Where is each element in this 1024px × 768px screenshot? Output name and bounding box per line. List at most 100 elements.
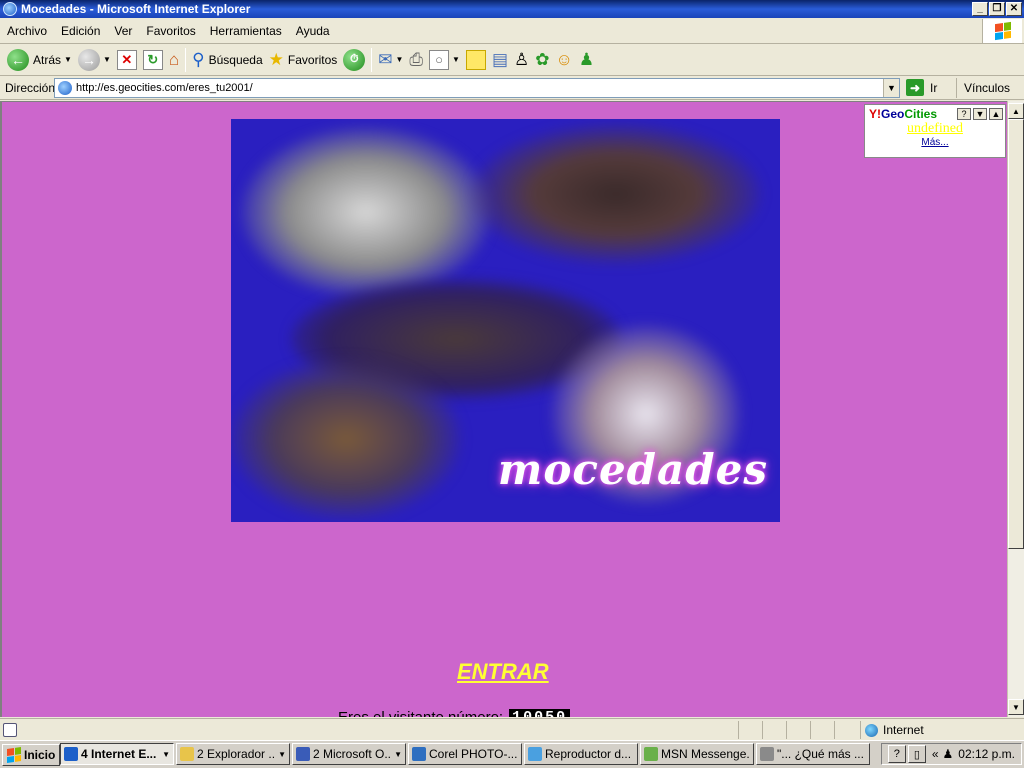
refresh-button[interactable]: ↻ <box>140 46 166 74</box>
task-internet-explorer[interactable]: 4 Internet E... ▼ <box>60 743 174 765</box>
vertical-scrollbar[interactable]: ▲ ▼ <box>1007 101 1024 717</box>
zone-label: Internet <box>883 723 924 737</box>
back-label: Atrás <box>33 52 62 67</box>
conversation-icon <box>760 747 774 761</box>
favorites-button[interactable]: ★ Favoritos <box>266 46 341 74</box>
toolbar-separator <box>371 47 373 72</box>
back-arrow-icon: ← <box>7 48 29 71</box>
network-icon[interactable]: ▯ <box>907 745 926 763</box>
address-label: Dirección <box>5 80 56 95</box>
photo-collage-group-bw <box>241 127 491 297</box>
close-button[interactable]: ✕ <box>1006 2 1022 16</box>
task-microsoft-office[interactable]: 2 Microsoft O... ▼ <box>292 743 406 765</box>
photo-collage-group-color <box>231 359 461 519</box>
geocities-widget: Y!GeoCities ? ▼ ▲ undefined Más... <box>864 104 1006 158</box>
system-tray: ? ▯ « ♟ 02:12 p.m. <box>880 743 1022 765</box>
outlook-icon <box>296 747 310 761</box>
back-button[interactable]: ← Atrás ▼ <box>4 46 75 74</box>
task-media-player[interactable]: Reproductor d... <box>524 743 638 765</box>
tray-expand-icon[interactable]: « <box>932 747 939 761</box>
taskbar-tasks: 4 Internet E... ▼ 2 Explorador ... ▼ 2 M… <box>60 743 870 765</box>
forward-button[interactable]: → ▼ <box>75 46 114 74</box>
users-icon[interactable]: ♟ <box>943 747 954 761</box>
geocities-undefined-link[interactable]: undefined <box>865 121 1005 137</box>
menu-herramientas[interactable]: Herramientas <box>203 24 289 38</box>
status-page-icon <box>3 722 17 737</box>
window-title-bar[interactable]: Mocedades - Microsoft Internet Explorer … <box>0 0 1024 18</box>
visitor-counter-label: Eres el visitante número: <box>338 709 503 717</box>
address-field[interactable]: ▼ <box>54 78 900 98</box>
task-msn-messenger[interactable]: MSN Messenge... <box>640 743 754 765</box>
task-conversation[interactable]: "... ¿Qué más ... <box>756 743 870 765</box>
menu-edicion[interactable]: Edición <box>54 24 107 38</box>
go-button[interactable]: ➜ Ir <box>906 79 937 96</box>
geocities-logo[interactable]: Y!GeoCities <box>869 107 955 121</box>
visitor-counter-line: Eres el visitante número: 10050 <box>338 709 571 717</box>
edit-dropdown-icon[interactable]: ▼ <box>452 55 460 64</box>
page-icon <box>58 81 72 95</box>
msn-messenger-button[interactable]: ♟ <box>576 46 597 74</box>
geocities-expand-icon[interactable]: ▲ <box>989 108 1003 120</box>
help-icon[interactable]: ? <box>887 745 906 763</box>
status-bar: Internet <box>0 718 1024 740</box>
task-explorer[interactable]: 2 Explorador ... ▼ <box>176 743 290 765</box>
clock[interactable]: 02:12 p.m. <box>958 747 1015 761</box>
scroll-thumb[interactable] <box>1008 119 1024 549</box>
task-group-dropdown-icon: ▼ <box>162 749 170 759</box>
geocities-help-button[interactable]: ? <box>957 108 971 120</box>
status-cell <box>810 721 811 739</box>
page-viewport[interactable]: mocedades ENTRAR Eres el visitante númer… <box>0 101 1007 717</box>
standard-toolbar: ← Atrás ▼ → ▼ ✕ ↻ ⌂ ⚲ Búsqueda ★ Favorit… <box>0 44 1024 76</box>
links-button[interactable]: Vínculos <box>956 78 1010 98</box>
home-button[interactable]: ⌂ <box>166 46 182 74</box>
address-dropdown-icon[interactable]: ▼ <box>883 79 899 97</box>
scroll-up-icon[interactable]: ▲ <box>1008 103 1024 119</box>
refresh-icon: ↻ <box>142 49 163 70</box>
edit-icon: ○ <box>429 49 450 70</box>
go-label: Ir <box>930 80 938 95</box>
geocities-collapse-icon[interactable]: ▼ <box>973 108 987 120</box>
mocedades-banner-image: mocedades <box>231 119 780 522</box>
notes-button[interactable] <box>463 46 489 74</box>
enter-link[interactable]: ENTRAR <box>457 659 549 685</box>
research-button[interactable]: ▤ <box>489 46 511 74</box>
status-cell <box>786 721 787 739</box>
yahoo-messenger-button[interactable]: ☺ <box>553 46 576 74</box>
folder-icon <box>180 747 194 761</box>
taskbar: Inicio 4 Internet E... ▼ 2 Explorador ..… <box>0 740 1024 768</box>
ie-icon <box>64 747 78 761</box>
task-group-dropdown-icon: ▼ <box>394 749 402 759</box>
stop-button[interactable]: ✕ <box>114 46 140 74</box>
globe-icon <box>865 723 878 737</box>
go-arrow-icon: ➜ <box>906 79 924 96</box>
start-label: Inicio <box>24 747 56 762</box>
mail-button[interactable]: ✉ ▼ <box>375 46 406 74</box>
history-button[interactable]: ⏱ <box>340 46 368 74</box>
minimize-button[interactable]: _ <box>972 2 988 16</box>
url-input[interactable] <box>76 80 883 96</box>
corel-icon <box>412 747 426 761</box>
status-cell <box>762 721 763 739</box>
search-button[interactable]: ⚲ Búsqueda <box>189 46 266 74</box>
print-button[interactable]: ⎙ <box>406 46 426 74</box>
edit-button[interactable]: ○ ▼ <box>426 46 463 74</box>
forward-dropdown-icon[interactable]: ▼ <box>103 55 111 64</box>
messenger-contact-button[interactable]: ♙ <box>511 46 532 74</box>
menu-archivo[interactable]: Archivo <box>0 24 54 38</box>
menu-ayuda[interactable]: Ayuda <box>289 24 337 38</box>
menu-ver[interactable]: Ver <box>107 24 139 38</box>
icq-button[interactable]: ✿ <box>532 46 552 74</box>
maximize-button[interactable]: ❐ <box>989 2 1005 16</box>
task-corel-photo[interactable]: Corel PHOTO-... <box>408 743 522 765</box>
research-icon: ▤ <box>491 50 509 69</box>
scroll-down-icon[interactable]: ▼ <box>1008 699 1024 715</box>
geocities-more-link[interactable]: Más... <box>865 137 1005 148</box>
mail-dropdown-icon[interactable]: ▼ <box>396 55 404 64</box>
note-icon <box>465 49 486 70</box>
history-icon: ⏱ <box>343 48 366 71</box>
start-button[interactable]: Inicio <box>2 743 61 766</box>
address-bar: Dirección ▼ ➜ Ir Vínculos <box>0 76 1024 100</box>
menu-favoritos[interactable]: Favoritos <box>139 24 202 38</box>
back-dropdown-icon[interactable]: ▼ <box>64 55 72 64</box>
status-cell <box>738 721 739 739</box>
